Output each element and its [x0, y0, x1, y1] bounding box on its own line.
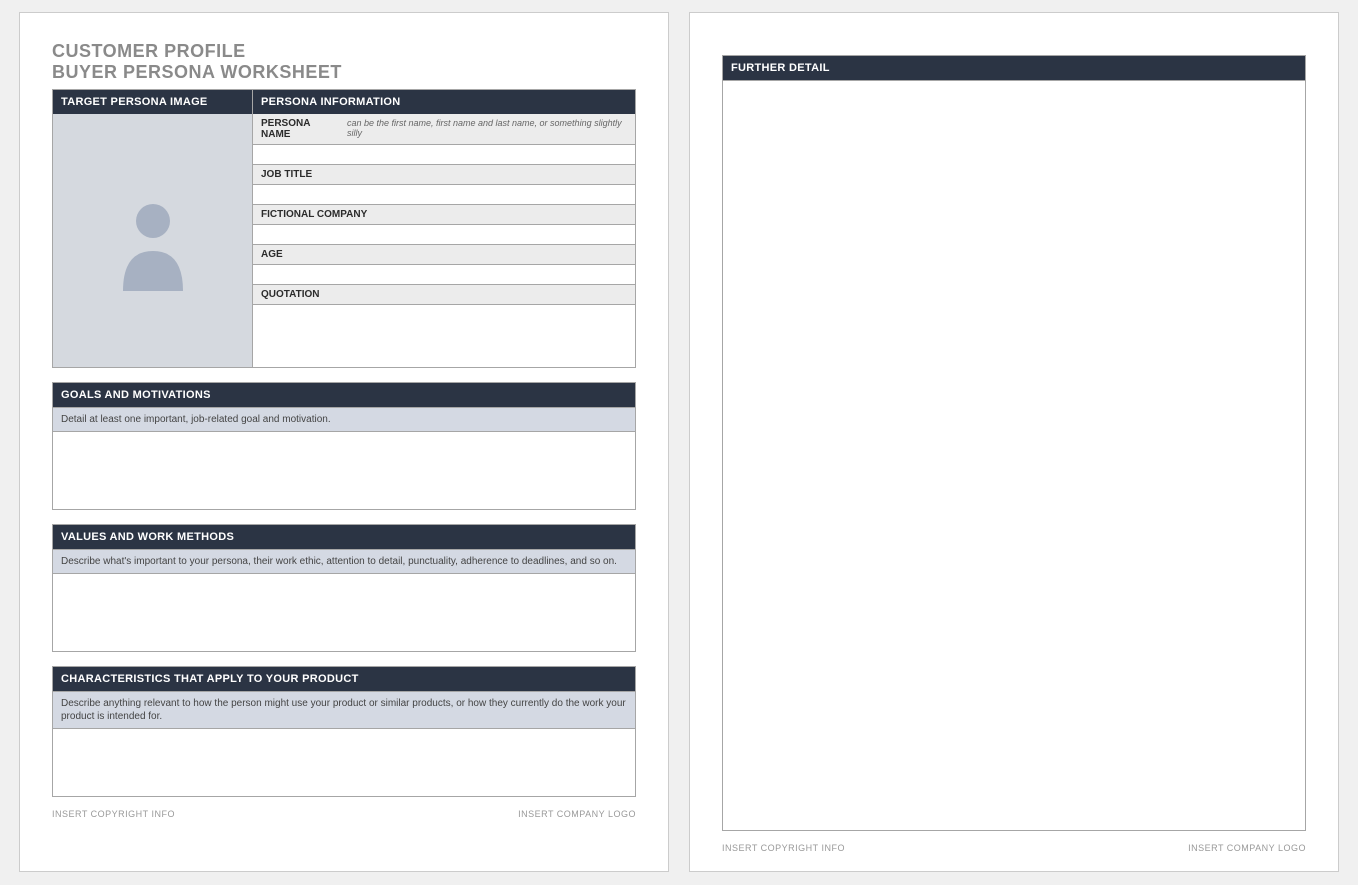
goals-hint: Detail at least one important, job-relat…: [52, 408, 636, 432]
title-line-1: CUSTOMER PROFILE: [52, 41, 636, 62]
persona-name-label: PERSONA NAME: [261, 118, 339, 140]
copyright-placeholder: INSERT COPYRIGHT INFO: [52, 809, 175, 819]
persona-name-input[interactable]: [253, 145, 635, 165]
person-icon: [108, 191, 198, 291]
age-label-row: AGE: [253, 245, 635, 265]
job-title-input[interactable]: [253, 185, 635, 205]
further-detail-header: FURTHER DETAIL: [722, 55, 1306, 81]
goals-section: GOALS AND MOTIVATIONS Detail at least on…: [52, 382, 636, 510]
persona-image-placeholder[interactable]: [53, 114, 253, 367]
values-section: VALUES AND WORK METHODS Describe what's …: [52, 524, 636, 652]
fictional-company-label-row: FICTIONAL COMPANY: [253, 205, 635, 225]
age-input[interactable]: [253, 265, 635, 285]
company-logo-placeholder: INSERT COMPANY LOGO: [518, 809, 636, 819]
characteristics-input[interactable]: [52, 729, 636, 797]
fictional-company-label: FICTIONAL COMPANY: [261, 209, 367, 220]
fictional-company-input[interactable]: [253, 225, 635, 245]
target-persona-image-header: TARGET PERSONA IMAGE: [53, 90, 253, 114]
quotation-label-row: QUOTATION: [253, 285, 635, 305]
job-title-label: JOB TITLE: [261, 169, 312, 180]
copyright-placeholder-2: INSERT COPYRIGHT INFO: [722, 843, 845, 853]
worksheet-page-1: CUSTOMER PROFILE BUYER PERSONA WORKSHEET…: [19, 12, 669, 872]
values-input[interactable]: [52, 574, 636, 652]
persona-info-fields: PERSONA NAME can be the first name, firs…: [253, 114, 635, 367]
age-label: AGE: [261, 249, 283, 260]
company-logo-placeholder-2: INSERT COMPANY LOGO: [1188, 843, 1306, 853]
characteristics-header: CHARACTERISTICS THAT APPLY TO YOUR PRODU…: [52, 666, 636, 692]
goals-input[interactable]: [52, 432, 636, 510]
page-2-footer: INSERT COPYRIGHT INFO INSERT COMPANY LOG…: [722, 843, 1306, 853]
characteristics-section: CHARACTERISTICS THAT APPLY TO YOUR PRODU…: [52, 666, 636, 797]
quotation-input[interactable]: [253, 305, 635, 367]
further-detail-input[interactable]: [722, 81, 1306, 831]
goals-header: GOALS AND MOTIVATIONS: [52, 382, 636, 408]
top-header-row: TARGET PERSONA IMAGE PERSONA INFORMATION: [52, 89, 636, 114]
page-1-footer: INSERT COPYRIGHT INFO INSERT COMPANY LOG…: [52, 809, 636, 819]
title-block: CUSTOMER PROFILE BUYER PERSONA WORKSHEET: [52, 41, 636, 83]
title-line-2: BUYER PERSONA WORKSHEET: [52, 62, 636, 83]
characteristics-hint: Describe anything relevant to how the pe…: [52, 692, 636, 729]
quotation-label: QUOTATION: [261, 289, 320, 300]
job-title-label-row: JOB TITLE: [253, 165, 635, 185]
further-detail-section: FURTHER DETAIL: [722, 55, 1306, 831]
values-hint: Describe what's important to your person…: [52, 550, 636, 574]
persona-top-row: PERSONA NAME can be the first name, firs…: [52, 114, 636, 368]
persona-information-header: PERSONA INFORMATION: [253, 90, 635, 114]
values-header: VALUES AND WORK METHODS: [52, 524, 636, 550]
persona-name-hint: can be the first name, first name and la…: [347, 118, 627, 138]
worksheet-page-2: FURTHER DETAIL INSERT COPYRIGHT INFO INS…: [689, 12, 1339, 872]
persona-name-label-row: PERSONA NAME can be the first name, firs…: [253, 114, 635, 145]
